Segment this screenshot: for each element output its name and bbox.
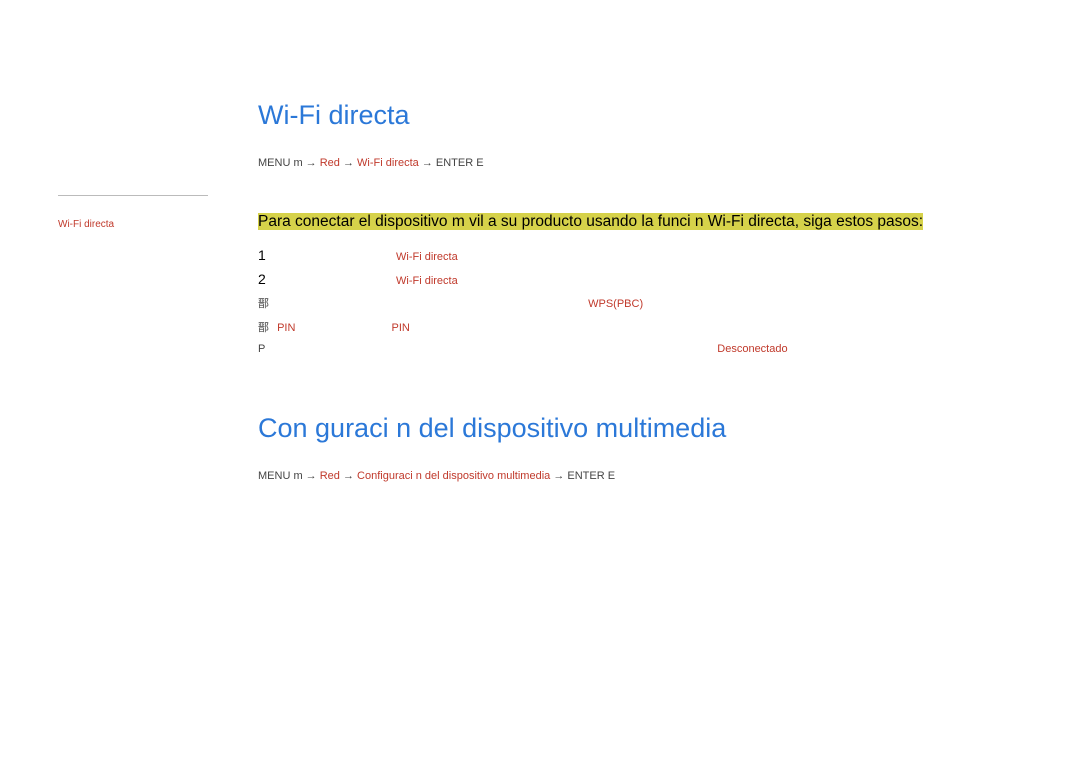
bc-arrow: → <box>419 157 436 169</box>
bullet-row-pin: 鄑 PIN PIN <box>258 319 978 335</box>
step-keyword: Wi-Fi directa <box>396 275 458 287</box>
step-number: 2 <box>258 271 396 287</box>
bc-arrow: → <box>340 470 357 482</box>
section-title-wifi-directa: Wi-Fi directa <box>258 100 978 131</box>
step-row-2: 2 Wi-Fi directa <box>258 271 978 287</box>
bc-red: Red <box>320 470 340 482</box>
bc-suffix: ENTER E <box>436 157 484 169</box>
intro-paragraph: Para conectar el dispositivo m vil a su … <box>258 211 978 233</box>
bc-prefix: MENU m → <box>258 157 320 169</box>
bullet-keyword: PIN <box>277 322 295 334</box>
bullet-glyph-icon: 鄑 <box>258 319 274 335</box>
breadcrumb-multimedia: MENU m → Red → Configuraci n del disposi… <box>258 470 978 482</box>
bc-arrow: → <box>550 470 567 482</box>
bc-red: Wi-Fi directa <box>357 157 419 169</box>
note-prefix: P <box>258 343 265 355</box>
step-number: 1 <box>258 247 396 263</box>
main-content: Wi-Fi directa MENU m → Red → Wi-Fi direc… <box>258 100 978 502</box>
bullet-row-wps: 鄑 WPS(PBC) <box>258 295 978 311</box>
step-keyword: Wi-Fi directa <box>396 251 458 263</box>
bc-suffix: ENTER E <box>567 470 615 482</box>
note-keyword: Desconectado <box>717 343 787 355</box>
breadcrumb-wifi: MENU m → Red → Wi-Fi directa → ENTER E <box>258 157 978 169</box>
bullet-keyword: WPS(PBC) <box>588 298 643 310</box>
section-title-multimedia: Con guraci n del dispositivo multimedia <box>258 413 978 444</box>
steps-list: 1 Wi-Fi directa 2 Wi-Fi directa 鄑 WPS(PB… <box>258 247 978 355</box>
intro-highlight: Para conectar el dispositivo m vil a su … <box>258 213 923 230</box>
sidebar-divider <box>58 195 208 196</box>
bullet-glyph-icon: 鄑 <box>258 295 274 311</box>
bc-red: Configuraci n del dispositivo multimedia <box>357 470 550 482</box>
bullet-keyword: PIN <box>392 322 410 334</box>
step-row-1: 1 Wi-Fi directa <box>258 247 978 263</box>
note-row: P Desconectado <box>258 343 978 355</box>
bc-prefix: MENU m → <box>258 470 320 482</box>
bc-arrow: → <box>340 157 357 169</box>
sidebar-item-wifi-directa[interactable]: Wi-Fi directa <box>58 218 208 232</box>
bc-red: Red <box>320 157 340 169</box>
sidebar: Wi-Fi directa <box>58 218 208 232</box>
